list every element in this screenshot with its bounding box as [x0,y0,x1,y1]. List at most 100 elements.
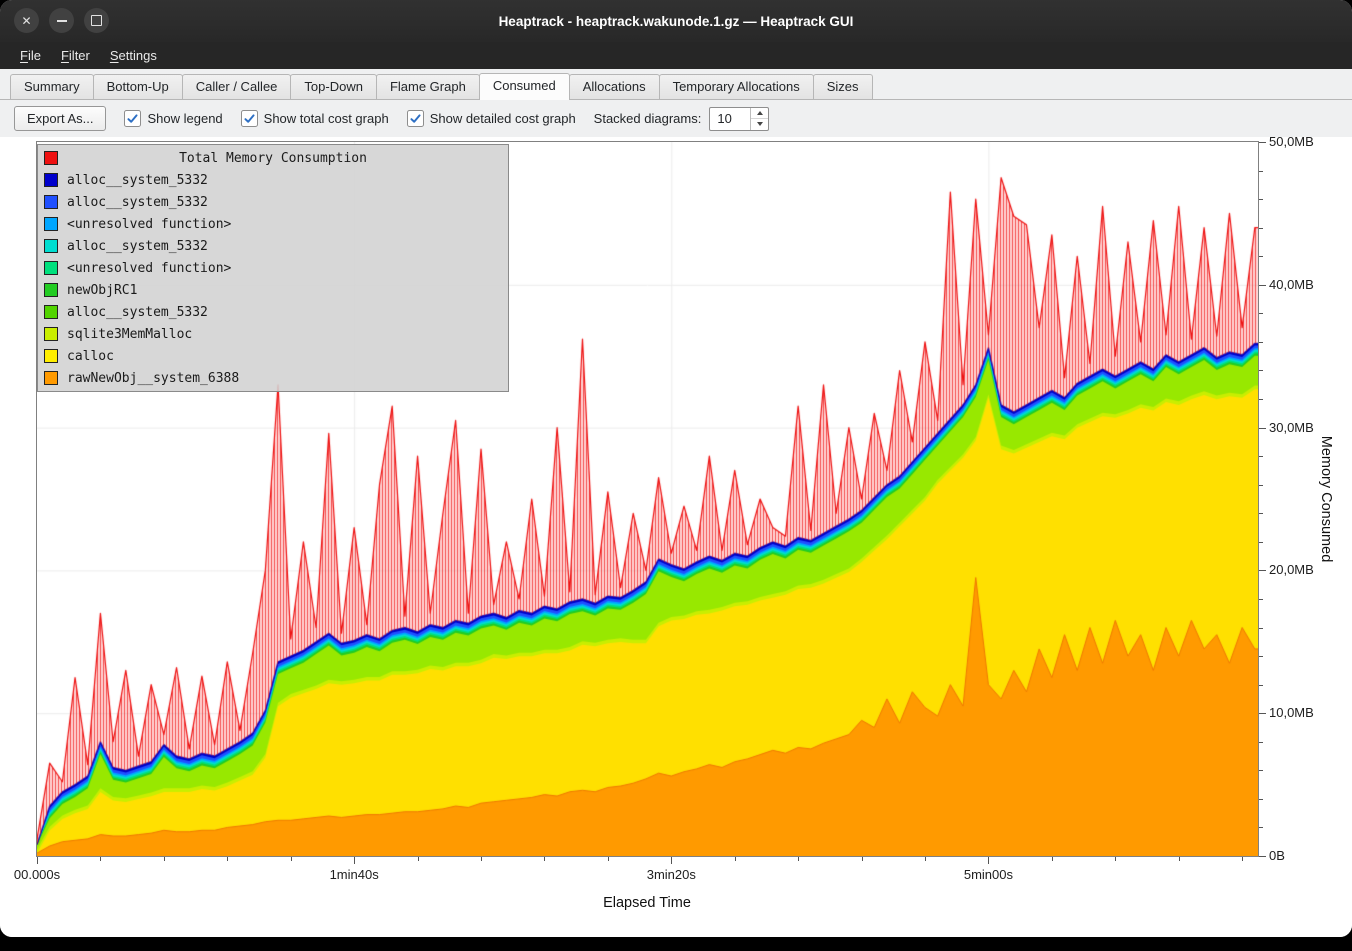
legend-item-label: alloc__system_5332 [67,173,208,188]
export-as-button[interactable]: Export As... [14,106,106,131]
legend-item-label: rawNewObj__system_6388 [67,371,239,386]
legend-swatch [44,151,58,165]
arrow-up-icon [757,111,763,115]
legend-swatch [44,217,58,231]
y-minor-tick [1259,399,1263,400]
minimize-button[interactable] [49,8,74,33]
spin-down-button[interactable] [751,119,768,130]
checkbox-box [124,110,141,127]
tab-caller-callee[interactable]: Caller / Callee [182,74,292,99]
y-axis-title: Memory Consumed [1318,436,1334,563]
y-minor-tick [1259,685,1263,686]
y-minor-tick [1259,799,1263,800]
stacked-diagrams-label: Stacked diagrams: [594,111,702,126]
y-major-tick [1259,570,1266,571]
check-icon [409,112,422,125]
x-minor-tick [418,857,419,861]
x-minor-tick [1242,857,1243,861]
x-minor-tick [100,857,101,861]
x-minor-tick [291,857,292,861]
checkbox-label: Show detailed cost graph [430,111,576,126]
y-minor-tick [1259,199,1263,200]
x-major-tick [354,857,355,864]
legend-item: calloc [38,345,508,367]
y-minor-tick [1259,827,1263,828]
tab-sizes[interactable]: Sizes [813,74,873,99]
titlebar[interactable]: ✕ Heaptrack - heaptrack.wakunode.1.gz — … [0,0,1352,42]
legend-item: <unresolved function> [38,257,508,279]
maximize-icon [91,15,102,26]
stacked-diagrams-control: Stacked diagrams: 10 [594,107,770,131]
x-major-tick [37,857,38,864]
x-minor-tick [481,857,482,861]
y-minor-tick [1259,342,1263,343]
y-major-tick [1259,142,1266,143]
legend-item-label: sqlite3MemMalloc [67,327,192,342]
maximize-button[interactable] [84,8,109,33]
x-minor-tick [1052,857,1053,861]
legend-swatch [44,349,58,363]
y-axis-label: 30,0MB [1269,420,1314,435]
x-minor-tick [164,857,165,861]
checkbox-label: Show total cost graph [264,111,389,126]
legend-item-label: calloc [67,349,114,364]
consumed-chart: Total Memory Consumption alloc__system_53… [0,137,1352,937]
close-icon: ✕ [21,14,31,28]
tab-summary[interactable]: Summary [10,74,94,99]
y-minor-tick [1259,256,1263,257]
checkbox-group: Show legend Show total cost graph Show det… [124,110,575,127]
y-minor-tick [1259,485,1263,486]
legend-swatch [44,327,58,341]
x-axis-label: 3min20s [647,867,696,882]
legend-swatch [44,239,58,253]
x-axis-label: 5min00s [964,867,1013,882]
x-axis-label: 00.000s [14,867,60,882]
checkbox-box [407,110,424,127]
x-minor-tick [227,857,228,861]
x-minor-tick [544,857,545,861]
checkbox-show-total-cost-graph[interactable]: Show total cost graph [241,110,389,127]
checkbox-show-legend[interactable]: Show legend [124,110,222,127]
legend-item: <unresolved function> [38,213,508,235]
legend-item: newObjRC1 [38,279,508,301]
legend-swatch [44,173,58,187]
legend-swatch [44,195,58,209]
x-minor-tick [798,857,799,861]
arrow-down-icon [757,122,763,126]
menu-filter[interactable]: Filter [51,44,100,67]
tab-allocations[interactable]: Allocations [569,74,660,99]
y-axis-label: 0B [1269,848,1285,863]
tab-top-down[interactable]: Top-Down [290,74,377,99]
tab-flame-graph[interactable]: Flame Graph [376,74,480,99]
tab-consumed[interactable]: Consumed [479,73,570,100]
x-major-tick [671,857,672,864]
menu-settings[interactable]: Settings [100,44,167,67]
legend-title-row: Total Memory Consumption [38,147,508,169]
stacked-diagrams-value[interactable]: 10 [710,108,750,130]
tab-bottom-up[interactable]: Bottom-Up [93,74,183,99]
close-button[interactable]: ✕ [14,8,39,33]
x-minor-tick [862,857,863,861]
y-axis-label: 20,0MB [1269,562,1314,577]
y-minor-tick [1259,542,1263,543]
legend-item-label: alloc__system_5332 [67,305,208,320]
y-minor-tick [1259,599,1263,600]
chart-legend: Total Memory Consumption alloc__system_53… [37,144,509,392]
y-minor-tick [1259,742,1263,743]
tab-temporary-allocations[interactable]: Temporary Allocations [659,74,814,99]
minimize-icon [57,20,67,22]
x-minor-tick [735,857,736,861]
spin-up-button[interactable] [751,108,768,120]
x-axis-label: 1min40s [330,867,379,882]
tab-bar: SummaryBottom-UpCaller / CalleeTop-DownF… [0,69,1352,100]
spin-buttons [750,108,768,130]
checkbox-label: Show legend [147,111,222,126]
y-minor-tick [1259,628,1263,629]
y-minor-tick [1259,313,1263,314]
x-minor-tick [608,857,609,861]
checkbox-show-detailed-cost-graph[interactable]: Show detailed cost graph [407,110,576,127]
menu-file[interactable]: File [10,44,51,67]
legend-swatch [44,371,58,385]
legend-item-label: <unresolved function> [67,261,231,276]
y-minor-tick [1259,770,1263,771]
